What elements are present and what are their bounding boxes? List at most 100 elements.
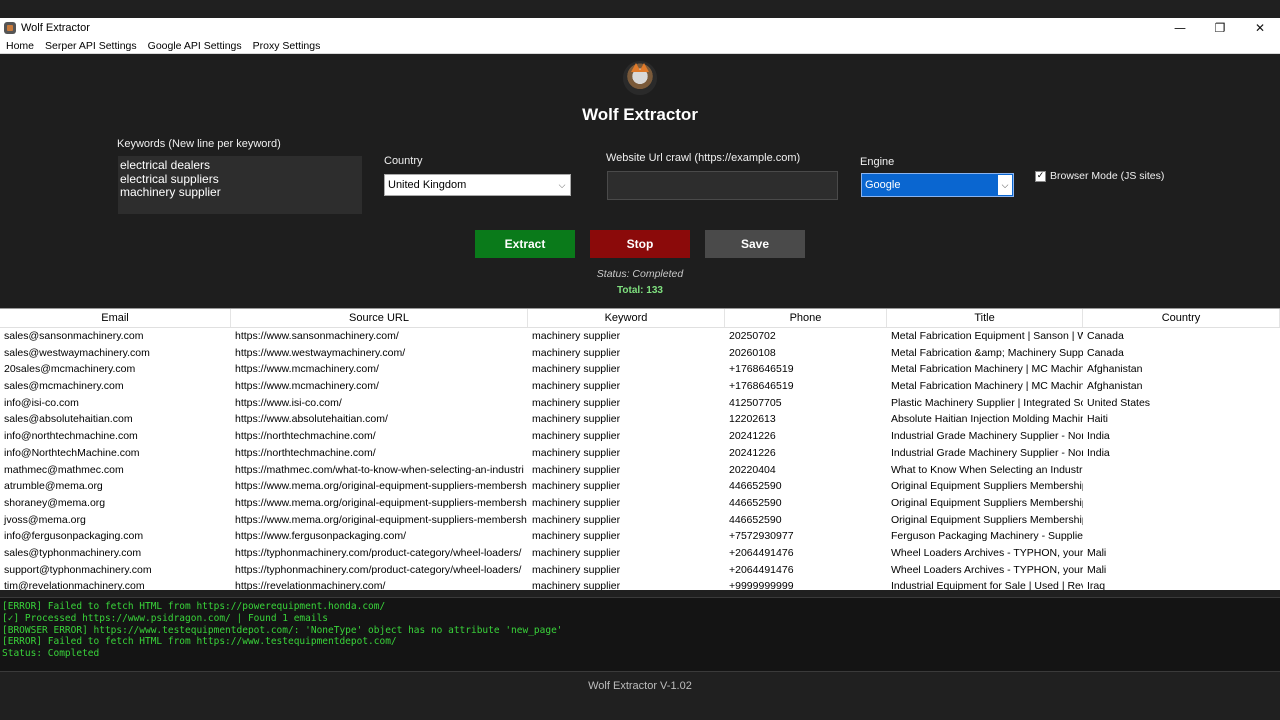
footer-version: Wolf Extractor V-1.02 [0,673,1280,699]
cell-email: info@northtechmachine.com [4,430,138,443]
engine-select[interactable]: Google ⌵ [861,173,1014,197]
url-label: Website Url crawl (https://example.com) [606,152,801,164]
table-row[interactable]: sales@westwaymachinery.com https://www.we… [0,345,1280,362]
column-header-phone[interactable]: Phone [725,309,887,327]
table-row[interactable]: mathmec@mathmec.com https://mathmec.com/w… [0,462,1280,479]
column-header-title[interactable]: Title [887,309,1083,327]
table-row[interactable]: info@northtechmachine.com https://northte… [0,428,1280,445]
cell-title: Metal Fabrication Equipment | Sanson | W… [891,330,1083,342]
stop-button[interactable]: Stop [590,230,690,258]
total-count: Total: 133 [617,285,663,296]
cell-country: India [1087,446,1110,459]
table-row[interactable]: sales@sansonmachinery.com https://www.san… [0,328,1280,345]
menu-proxy-settings[interactable]: Proxy Settings [248,40,326,52]
results-table[interactable]: Email Source URL Keyword Phone Title Cou… [0,308,1280,590]
cell-keyword: machinery supplier [532,396,621,409]
chevron-down-icon[interactable]: ⌵ [554,175,570,195]
minimize-icon[interactable]: — [1160,18,1200,38]
column-header-keyword[interactable]: Keyword [528,309,725,327]
cell-email: sales@mcmachinery.com [4,380,124,393]
chevron-down-icon[interactable]: ⌵ [998,175,1012,195]
close-icon[interactable]: ✕ [1240,18,1280,38]
cell-title: Wheel Loaders Archives - TYPHON, your m [891,563,1083,576]
cell-country: Afghanistan [1087,380,1143,393]
wolf-logo-icon [623,61,657,95]
cell-title: Original Equipment Suppliers Membership [891,513,1083,526]
website-url-input[interactable] [607,171,838,200]
cell-email: shoraney@mema.org [4,496,106,509]
cell-country [1083,528,1280,545]
column-header-source-url[interactable]: Source URL [231,309,528,327]
maximize-icon[interactable]: ❐ [1200,18,1240,38]
browser-mode-label: Browser Mode (JS sites) [1050,170,1165,182]
cell-title: What to Know When Selecting an Industria… [891,463,1083,476]
cell-source-url: https://typhonmachinery.com/product-cate… [235,563,522,576]
save-button[interactable]: Save [705,230,805,258]
cell-email: info@NorthtechMachine.com [4,446,140,459]
table-row[interactable]: sales@absolutehaitian.com https://www.abs… [0,411,1280,428]
cell-country: Mali [1087,546,1107,559]
table-row[interactable]: jvoss@mema.org https://www.mema.org/origi… [0,512,1280,529]
cell-source-url: https://typhonmachinery.com/product-cate… [235,546,522,559]
cell-country [1083,512,1280,529]
cell-keyword: machinery supplier [532,580,621,590]
table-row[interactable]: 20sales@mcmachinery.com https://www.mcmac… [0,361,1280,378]
table-row[interactable]: atrumble@mema.org https://www.mema.org/or… [0,478,1280,495]
cell-phone: 446652590 [729,480,782,493]
table-row[interactable]: tim@revelationmachinery.com https://revel… [0,578,1280,590]
cell-title: Original Equipment Suppliers Membership [891,496,1083,509]
wolf-icon [4,22,16,34]
table-row[interactable]: shoraney@mema.org https://www.mema.org/or… [0,495,1280,512]
cell-keyword: machinery supplier [532,480,621,493]
cell-keyword: machinery supplier [532,546,621,559]
screen-top-strip [0,0,1280,18]
log-line: [✓] Processed https://www.psidragon.com/… [2,612,329,624]
keywords-textarea[interactable]: electrical dealers electrical suppliers … [118,156,362,214]
cell-title: Metal Fabrication Machinery | MC Machine [891,380,1083,393]
menu-serper-api-settings[interactable]: Serper API Settings [40,40,142,52]
table-row[interactable]: sales@mcmachinery.com https://www.mcmachi… [0,378,1280,395]
cell-title: Original Equipment Suppliers Membership [891,480,1083,493]
column-header-country[interactable]: Country [1083,309,1280,327]
cell-title: Industrial Grade Machinery Supplier - No… [891,430,1083,443]
cell-keyword: machinery supplier [532,496,621,509]
cell-title: Wheel Loaders Archives - TYPHON, your m [891,546,1083,559]
log-line: [ERROR] Failed to fetch HTML from https:… [2,601,386,612]
cell-title: Metal Fabrication Machinery | MC Machine [891,363,1083,376]
table-row[interactable]: info@isi-co.com https://www.isi-co.com/ma… [0,395,1280,412]
table-row[interactable]: info@NorthtechMachine.com https://northte… [0,445,1280,462]
cell-title: Industrial Grade Machinery Supplier - No… [891,446,1083,459]
table-row[interactable]: sales@typhonmachinery.com https://typhonm… [0,545,1280,562]
extract-button[interactable]: Extract [475,230,575,258]
cell-keyword: machinery supplier [532,413,621,426]
cell-title: Metal Fabrication &amp; Machinery Suppli [891,346,1083,359]
cell-keyword: machinery supplier [532,346,621,359]
cell-keyword: machinery supplier [532,330,621,342]
log-console: [ERROR] Failed to fetch HTML from https:… [0,597,1280,672]
cell-phone: 20241226 [729,430,776,443]
log-line: [BROWSER ERROR] https://www.testequipmen… [2,624,563,636]
cell-country [1083,495,1280,512]
cell-keyword: machinery supplier [532,530,621,543]
browser-mode-checkbox[interactable]: ✓ [1035,171,1046,182]
cell-email: sales@absolutehaitian.com [4,413,133,426]
menu-home[interactable]: Home [1,40,39,52]
table-row[interactable]: support@typhonmachinery.com https://typho… [0,562,1280,579]
cell-phone: 20241226 [729,446,776,459]
cell-source-url: https://www.westwaymachinery.com/ [235,346,406,359]
cell-source-url: https://www.fergusonpackaging.com/ [235,530,407,543]
cell-phone: 20250702 [729,330,776,342]
menu-google-api-settings[interactable]: Google API Settings [143,40,247,52]
engine-label: Engine [860,156,895,168]
cell-source-url: https://www.mcmachinery.com/ [235,380,379,393]
keyword-line: electrical dealers [120,158,211,172]
table-row[interactable]: info@fergusonpackaging.com https://www.fe… [0,528,1280,545]
cell-email: tim@revelationmachinery.com [4,580,145,590]
column-header-email[interactable]: Email [0,309,231,327]
cell-email: mathmec@mathmec.com [4,463,124,476]
cell-country: Mali [1087,563,1107,576]
cell-country: Afghanistan [1087,363,1143,376]
country-select[interactable]: United Kingdom ⌵ [384,174,571,196]
menu-bar: Home Serper API Settings Google API Sett… [0,38,1280,54]
cell-keyword: machinery supplier [532,446,621,459]
